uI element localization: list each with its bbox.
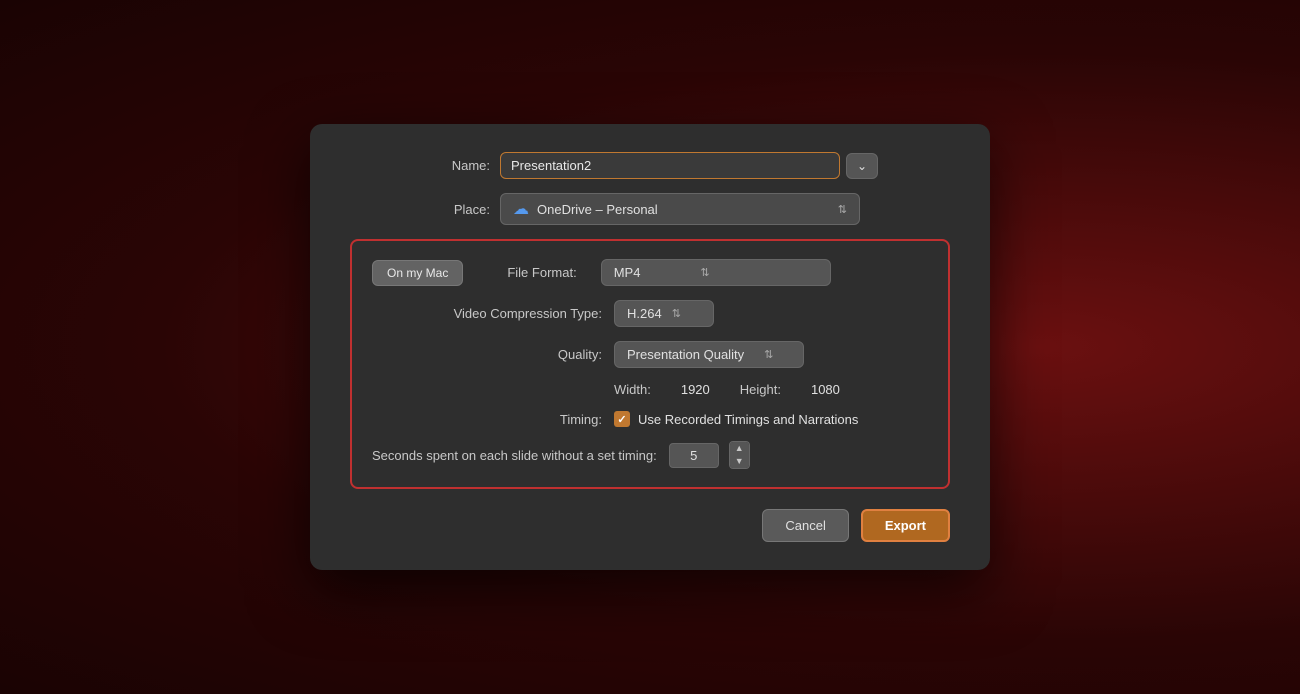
timing-label: Timing:	[372, 412, 602, 427]
seconds-stepper[interactable]: ▲ ▼	[729, 441, 750, 469]
dialog-footer: Cancel Export	[350, 509, 950, 542]
on-my-mac-button[interactable]: On my Mac	[372, 260, 463, 286]
seconds-control: ▲ ▼	[669, 441, 750, 469]
seconds-stepper-up[interactable]: ▲	[730, 442, 749, 455]
quality-row: Quality: Presentation Quality ⇅	[372, 341, 928, 368]
file-format-value: MP4	[614, 265, 641, 280]
cloud-icon: ☁	[513, 199, 529, 219]
place-field-row: Place: ☁ OneDrive – Personal ⇅	[350, 193, 950, 225]
export-button[interactable]: Export	[861, 509, 950, 542]
file-format-row: On my Mac File Format: MP4 ⇅	[372, 259, 928, 286]
timing-checkbox[interactable]	[614, 411, 630, 427]
place-value: OneDrive – Personal	[537, 202, 658, 217]
timing-checkbox-text: Use Recorded Timings and Narrations	[638, 412, 858, 427]
file-format-arrow: ⇅	[700, 266, 709, 279]
name-label: Name:	[350, 158, 490, 173]
timing-checkbox-label[interactable]: Use Recorded Timings and Narrations	[614, 411, 858, 427]
timing-row: Timing: Use Recorded Timings and Narrati…	[372, 411, 928, 427]
compression-arrow: ⇅	[672, 307, 681, 320]
compression-label: Video Compression Type:	[372, 306, 602, 321]
quality-value: Presentation Quality	[627, 347, 744, 362]
name-dropdown-button[interactable]: ⌄	[846, 153, 878, 179]
seconds-label: Seconds spent on each slide without a se…	[372, 448, 657, 463]
quality-label: Quality:	[372, 347, 602, 362]
quality-dropdown[interactable]: Presentation Quality ⇅	[614, 341, 804, 368]
seconds-row: Seconds spent on each slide without a se…	[372, 441, 928, 469]
quality-arrow: ⇅	[764, 348, 773, 361]
height-value: 1080	[811, 382, 840, 397]
height-label: Height:	[740, 382, 781, 397]
export-dialog: Name: ⌄ Place: ☁ OneDrive – Personal ⇅ O…	[310, 124, 990, 570]
file-format-dropdown[interactable]: MP4 ⇅	[601, 259, 831, 286]
name-field-row: Name: ⌄	[350, 152, 950, 179]
place-dropdown[interactable]: ☁ OneDrive – Personal ⇅	[500, 193, 860, 225]
place-label: Place:	[350, 202, 490, 217]
name-input[interactable]	[500, 152, 840, 179]
dimensions-row: Width: 1920 Height: 1080	[372, 382, 928, 397]
cancel-button[interactable]: Cancel	[762, 509, 848, 542]
compression-value: H.264	[627, 306, 662, 321]
file-format-label: File Format:	[507, 265, 576, 280]
seconds-stepper-down[interactable]: ▼	[730, 455, 749, 468]
place-arrow: ⇅	[838, 203, 847, 216]
width-value: 1920	[681, 382, 710, 397]
compression-row: Video Compression Type: H.264 ⇅	[372, 300, 928, 327]
compression-dropdown[interactable]: H.264 ⇅	[614, 300, 714, 327]
export-options-panel: On my Mac File Format: MP4 ⇅ Video Compr…	[350, 239, 950, 489]
width-label: Width:	[614, 382, 651, 397]
seconds-input[interactable]	[669, 443, 719, 468]
